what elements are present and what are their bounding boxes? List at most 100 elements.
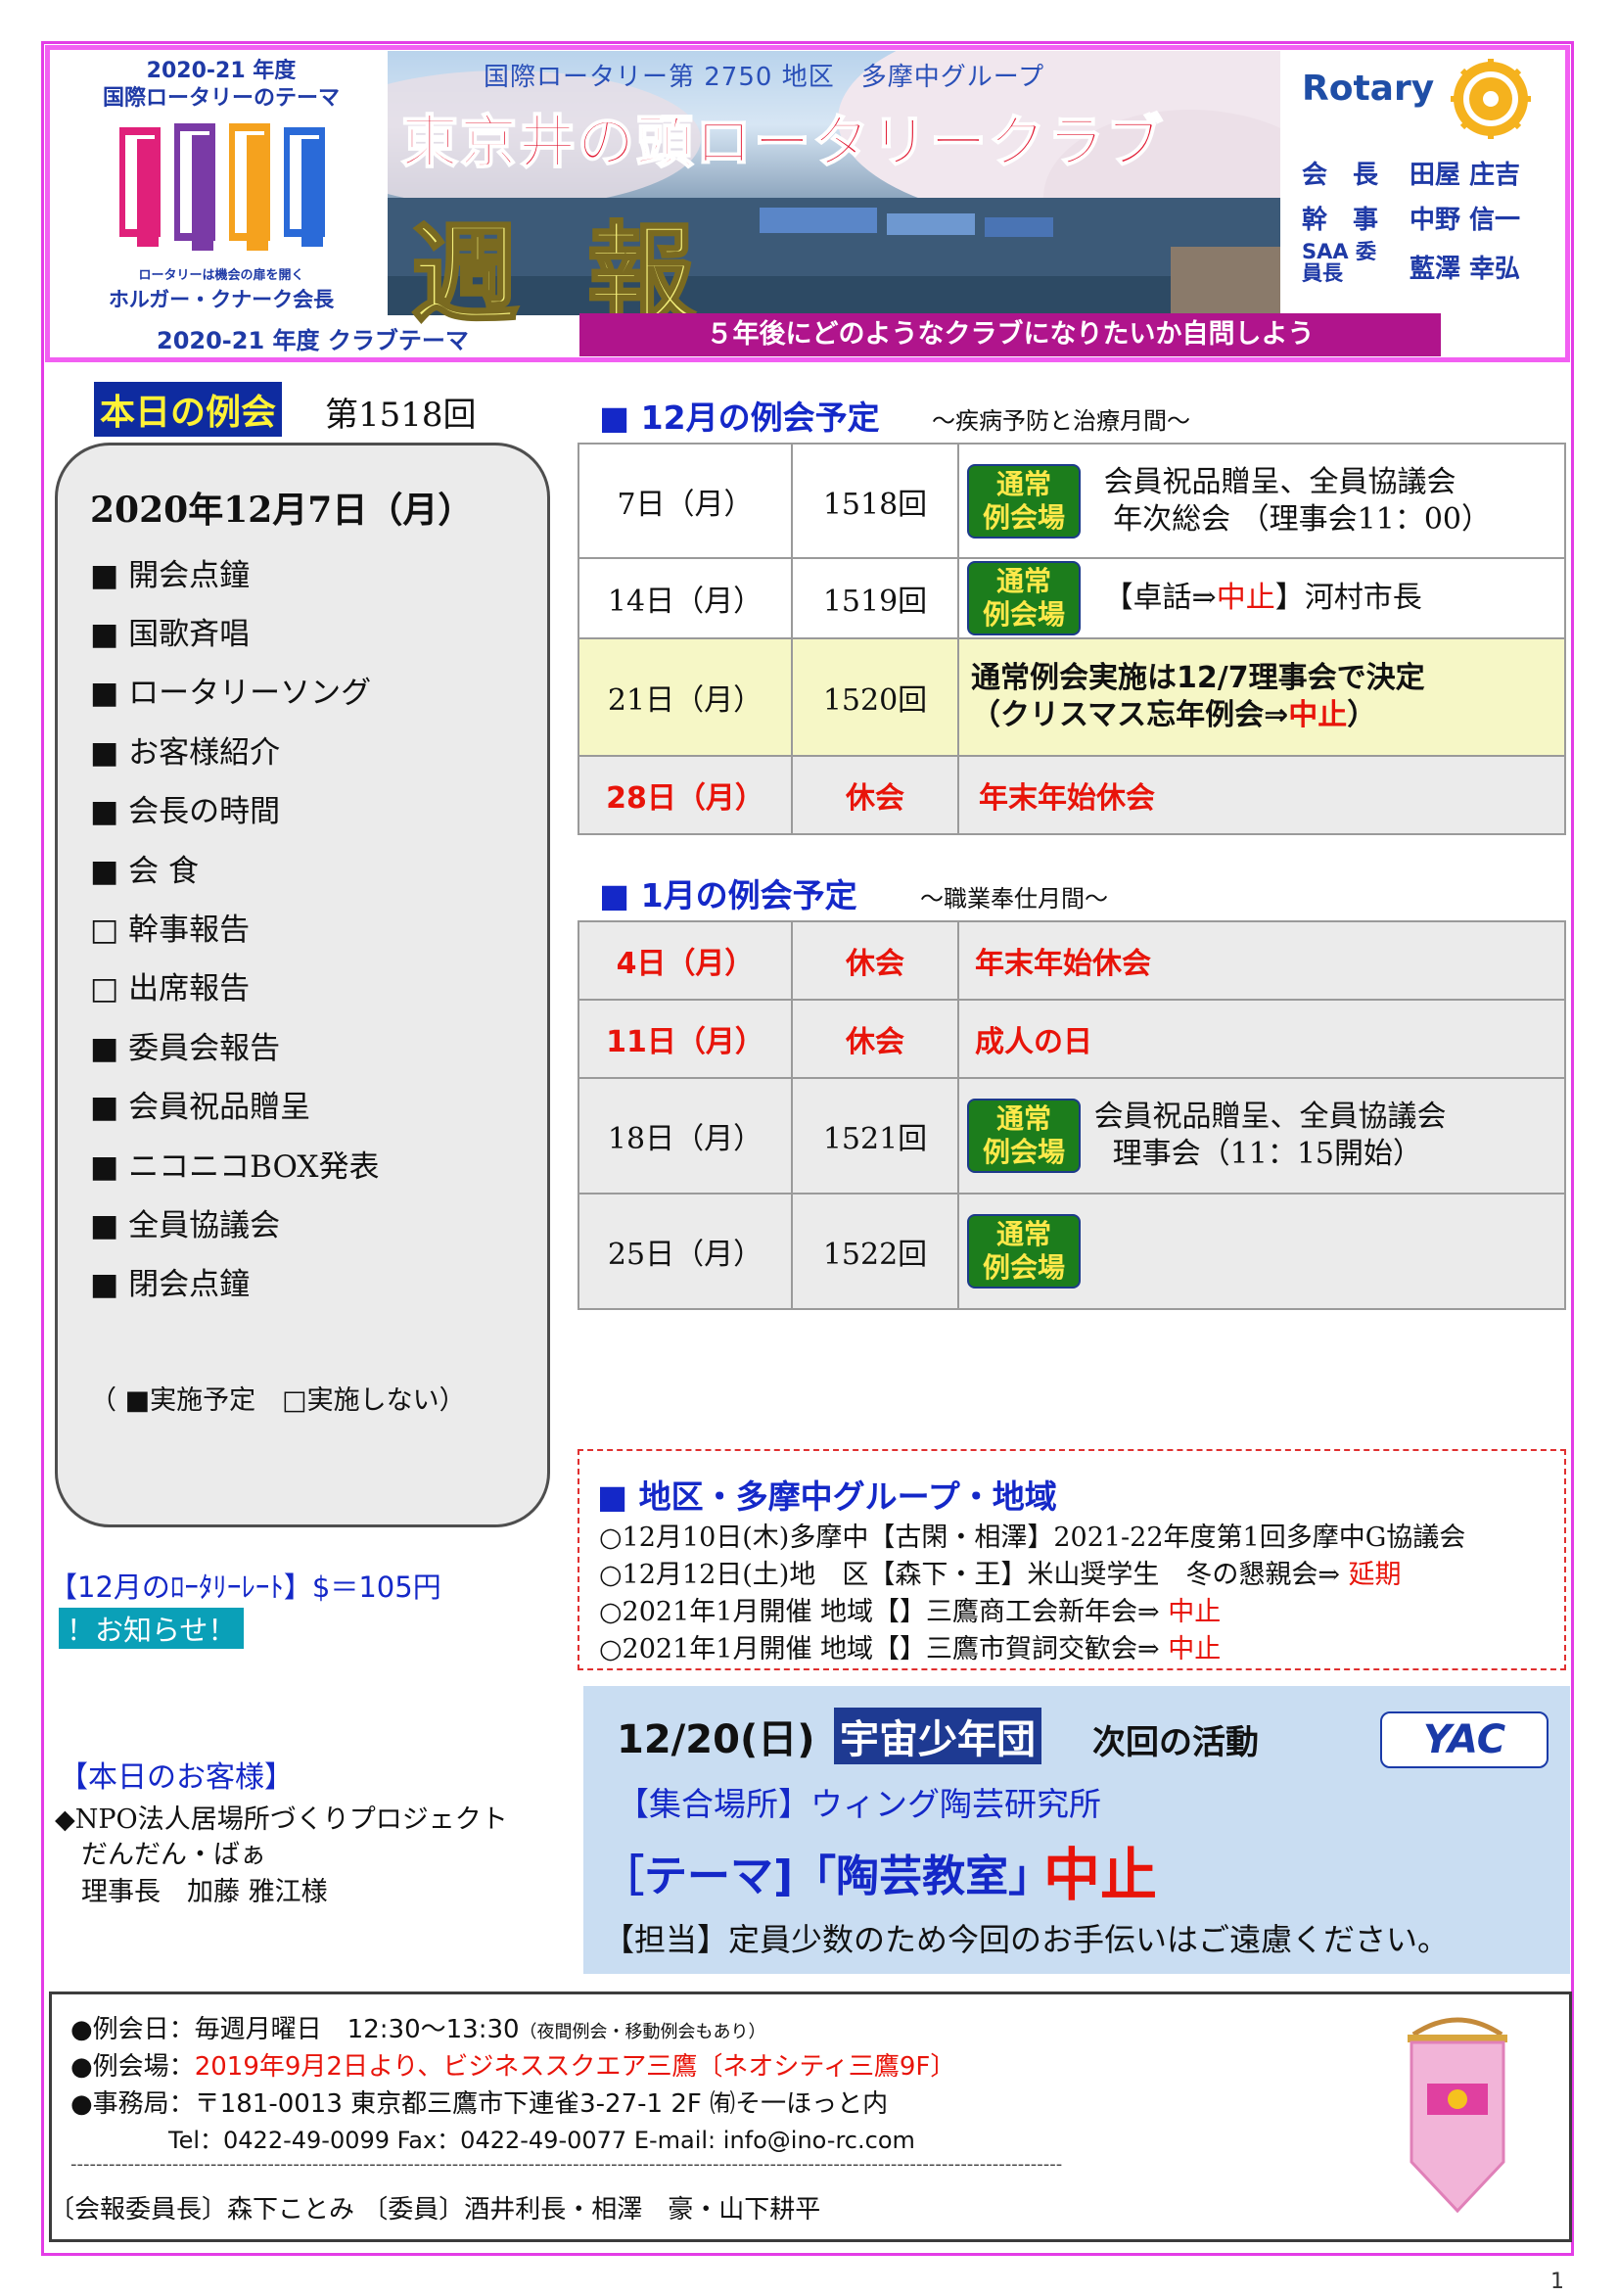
regular-venue-badge: 通常 例会場 [967, 463, 1082, 539]
guest-line: ◆NPO法人居場所づくりプロジェクト [55, 1804, 508, 1835]
yac-date: 12/20(日) [617, 1717, 815, 1762]
schedule-row: 14日（月） 1519回 通常 例会場 【卓話⇒中止】河村市長 [578, 557, 1566, 639]
agenda-item: ■ ロータリーソング [90, 676, 372, 711]
officer-name-president: 田屋 庄吉 [1410, 161, 1521, 190]
district-line: 国際ロータリー第 2750 地区 多摩中グループ [484, 63, 1045, 92]
officer-name-secretary: 中野 信一 [1410, 206, 1521, 235]
row-number: 休会 [791, 920, 959, 1001]
yac-meeting-place: 【集合場所】ウィング陶芸研究所 [617, 1785, 1101, 1823]
row-detail: 通常 例会場 会員祝品贈呈、全員協議会 年次総会 （理事会11：00） [957, 443, 1566, 559]
schedule-row: 28日（月） 休会 年末年始休会 [578, 755, 1566, 835]
row-number: 1521回 [791, 1077, 959, 1195]
row-date: 25日（月） [578, 1193, 793, 1310]
officer-role-president: 会 長 [1302, 161, 1379, 190]
row-detail: 通常 例会場 【卓話⇒中止】河村市長 [957, 557, 1566, 639]
january-schedule-table: 4日（月） 休会 年末年始休会 11日（月） 休会 成人の日 18日（月） 15… [578, 920, 1566, 1310]
schedule-row: 11日（月） 休会 成人の日 [578, 999, 1566, 1079]
footer-divider: ----------------------------------------… [70, 2154, 1063, 2175]
schedule-row: 18日（月） 1521回 通常 例会場 会員祝品贈呈、全員協議会 理事会（11：1… [578, 1077, 1566, 1195]
row-detail: 通常 例会場 [957, 1193, 1566, 1310]
region-title: ■ 地区・多摩中グループ・地域 [597, 1477, 1057, 1516]
row-detail: 年末年始休会 [957, 755, 1566, 835]
row-detail: 通常 例会場 会員祝品贈呈、全員協議会 理事会（11：15開始） [957, 1077, 1566, 1195]
row-number: 1522回 [791, 1193, 959, 1310]
row-date: 4日（月） [578, 920, 793, 1001]
agenda-legend: （ ■実施予定 □実施しない） [90, 1385, 466, 1416]
agenda-item: ■ 委員会報告 [90, 1031, 281, 1066]
january-subtitle: ～職業奉仕月間～ [920, 885, 1108, 913]
guest-line: 理事長 加藤 雅江様 [55, 1877, 328, 1907]
meeting-date: 2020年12月7日（月） [90, 490, 474, 531]
yac-theme: ［テーマ]「陶芸教室」 [601, 1851, 1052, 1901]
officer-name-saa: 藍澤 幸弘 [1410, 255, 1521, 284]
agenda-item: ■ 閉会点鐘 [90, 1267, 251, 1302]
agenda-item: ■ 全員協議会 [90, 1208, 281, 1243]
footer-office: ●事務局：〒181-0013 東京都三鷹市下連雀3-27-1 2F ㈲そ一ほっと… [70, 2089, 889, 2119]
agenda-item: ■ 会 食 [90, 854, 200, 889]
region-line: ○2021年1月開催 地域【】三鷹商工会新年会⇒ 中止 [599, 1597, 1222, 1627]
december-subtitle: ～疾病予防と治療月間～ [932, 407, 1190, 435]
club-theme: ５年後にどのようなクラブになりたいか自問しよう [579, 313, 1441, 356]
row-number: 1519回 [791, 557, 959, 639]
officer-role-saa: SAA 委員長 [1302, 240, 1376, 285]
row-number: 休会 [791, 999, 959, 1079]
row-date: 21日（月） [578, 637, 793, 757]
january-title: ■ 1月の例会予定 [599, 876, 857, 914]
agenda-item: □ 幹事報告 [90, 913, 251, 948]
regular-venue-badge: 通常 例会場 [967, 1099, 1082, 1173]
agenda-item: ■ 会長の時間 [90, 794, 281, 829]
notice-label: ！お知らせ！ [59, 1608, 245, 1649]
region-line: ○2021年1月開催 地域【】三鷹市賀詞交歓会⇒ 中止 [599, 1634, 1222, 1664]
regular-venue-badge: 通常 例会場 [967, 561, 1082, 635]
row-number: 1518回 [791, 443, 959, 559]
footer-venue: ●例会場：2019年9月2日より、ビジネススクエア三鷹〔ネオシティ三鷹9F〕 [70, 2052, 956, 2082]
footer-meeting-day: ●例会日：毎週月曜日 12:30～13:30（夜間例会・移動例会もあり） [70, 2015, 766, 2044]
row-number: 休会 [791, 755, 959, 835]
december-title: ■ 12月の例会予定 [599, 398, 880, 437]
footer-committee: 〔会報委員長〕森下ことみ 〔委員〕酒井利長・相澤 豪・山下耕平 [49, 2195, 821, 2225]
region-line: ○12月12日(土)地 区【森下・王】米山奨学生 冬の懇親会⇒ 延期 [599, 1560, 1402, 1590]
club-theme-label: 2020-21 年度 クラブテーマ [157, 327, 469, 354]
ri-theme-box: 2020-21 年度 国際ロータリーのテーマ ロータリーは機会の扉を開く ホルガ… [57, 53, 386, 319]
row-date: 28日（月） [578, 755, 793, 835]
club-pennant-icon [1408, 2017, 1507, 2214]
agenda-item: ■ ニコニコBOX発表 [90, 1149, 380, 1185]
rotary-wordmark: Rotary [1302, 69, 1435, 109]
yac-charge: 【担当】定員少数のため今回のお手伝いはご遠慮ください。 [603, 1921, 1450, 1958]
agenda-item: ■ 国歌斉唱 [90, 617, 251, 652]
today-meeting-label: 本日の例会 [94, 382, 283, 437]
row-date: 18日（月） [578, 1077, 793, 1195]
page-number: 1 [1550, 2270, 1564, 2294]
row-date: 11日（月） [578, 999, 793, 1079]
guests-heading: 【本日のお客様】 [59, 1760, 294, 1795]
yac-next-activity: 次回の活動 [1092, 1723, 1259, 1762]
row-date: 7日（月） [578, 443, 793, 559]
agenda-item: ■ 会員祝品贈呈 [90, 1090, 311, 1125]
today-meeting-number: 第1518回 [325, 396, 477, 435]
row-detail: 年末年始休会 [957, 920, 1566, 1001]
yac-cancelled: 中止 [1043, 1842, 1158, 1908]
ri-theme-label: 国際ロータリーのテーマ [102, 86, 340, 111]
agenda-item: ■ 開会点鐘 [90, 558, 251, 593]
row-date: 14日（月） [578, 557, 793, 639]
officer-role-secretary: 幹 事 [1302, 206, 1379, 235]
ri-theme-subtitle: ロータリーは機会の扉を開く [138, 268, 304, 283]
rotary-wheel-icon [1451, 59, 1531, 139]
rotary-rate: 【12月のﾛｰﾀﾘｰﾚｰﾄ】$＝105円 [49, 1570, 441, 1604]
row-detail: 通常例会実施は12/7理事会で決定 （クリスマス忘年例会⇒中止） [957, 637, 1566, 757]
agenda-item: □ 出席報告 [90, 971, 251, 1007]
doors-logo-icon [119, 123, 325, 251]
regular-venue-badge: 通常 例会場 [967, 1214, 1082, 1289]
row-detail: 成人の日 [957, 999, 1566, 1079]
yac-organization: 宇宙少年団 [834, 1708, 1041, 1764]
row-number: 1520回 [791, 637, 959, 757]
club-name: 東京井の頭ロータリークラブ [400, 108, 1166, 176]
schedule-row: 7日（月） 1518回 通常 例会場 会員祝品贈呈、全員協議会 年次総会 （理事会… [578, 443, 1566, 559]
footer-contact: Tel：0422-49-0099 Fax：0422-49-0077 E-mail… [168, 2127, 915, 2154]
december-schedule-table: 7日（月） 1518回 通常 例会場 会員祝品贈呈、全員協議会 年次総会 （理事会… [578, 443, 1566, 835]
schedule-row: 21日（月） 1520回 通常例会実施は12/7理事会で決定 （クリスマス忘年例会… [578, 637, 1566, 757]
ri-president-name: ホルガー・クナーク会長 [108, 288, 335, 311]
schedule-row: 4日（月） 休会 年末年始休会 [578, 920, 1566, 1001]
region-line: ○12月10日(木)多摩中【古閑・相澤】2021-22年度第1回多摩中G協議会 [599, 1523, 1466, 1553]
agenda-item: ■ お客様紹介 [90, 735, 281, 771]
